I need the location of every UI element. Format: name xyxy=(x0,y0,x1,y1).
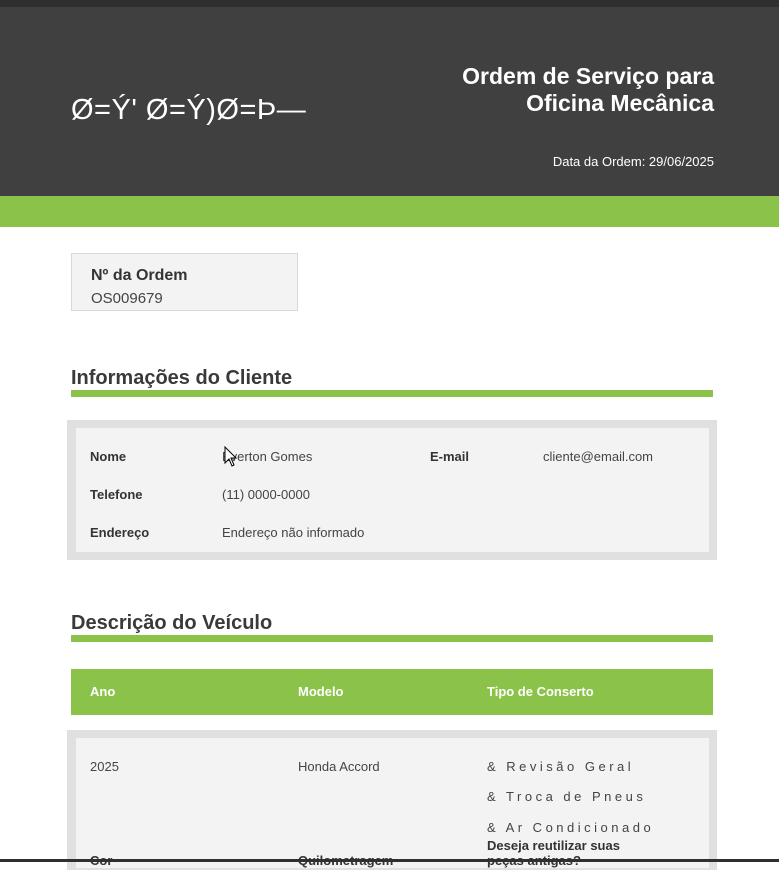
header-accent-bar xyxy=(0,196,779,227)
title-line-1: Ordem de Serviço para xyxy=(462,63,714,89)
vehicle-table-header: Ano Modelo Tipo de Conserto xyxy=(71,669,713,715)
col-model-header: Modelo xyxy=(298,684,344,699)
vehicle-section-title: Descrição do Veículo xyxy=(71,612,273,634)
title-line-2: Oficina Mecânica xyxy=(526,90,714,116)
logo-text: Ø=Ý' Ø=Ý)Ø=Þ— xyxy=(71,94,307,126)
repair-item: & Troca de Pneus xyxy=(487,789,647,804)
repair-item: & Ar Condicionado xyxy=(487,820,655,835)
window-top-border xyxy=(0,0,779,7)
document-header: Ø=Ý' Ø=Ý)Ø=Þ— Ordem de Serviço para Ofic… xyxy=(0,7,779,196)
document-title: Ordem de Serviço para Oficina Mecânica xyxy=(462,63,714,117)
client-name-label: Nome xyxy=(90,449,127,464)
client-section-title: Informações do Cliente xyxy=(71,367,293,389)
client-address-value: Endereço não informado xyxy=(222,525,365,540)
client-email-label: E-mail xyxy=(430,449,470,464)
client-info-panel xyxy=(76,428,709,552)
order-date: Data da Ordem: 29/06/2025 xyxy=(552,154,714,169)
client-phone-label: Telefone xyxy=(90,487,143,502)
vehicle-section-underline xyxy=(71,635,713,642)
order-number-box: Nº da Ordem OS009679 xyxy=(71,253,298,311)
order-number-label: Nº da Ordem xyxy=(91,267,188,284)
repair-item: & Revisão Geral xyxy=(487,759,635,774)
client-phone-value: (11) 0000-0000 xyxy=(222,487,310,502)
vehicle-year-value: 2025 xyxy=(90,759,119,774)
vehicle-model-value: Honda Accord xyxy=(298,759,380,774)
client-address-label: Endereço xyxy=(90,525,150,540)
reuse-question-line-1: Deseja reutilizar suas xyxy=(487,838,620,853)
col-repair-header: Tipo de Conserto xyxy=(487,684,594,699)
order-number-value: OS009679 xyxy=(91,290,163,307)
col-year-header: Ano xyxy=(90,684,116,699)
client-section-underline xyxy=(71,390,713,397)
mouse-cursor-icon xyxy=(224,446,238,467)
client-email-value: cliente@email.com xyxy=(543,449,654,464)
